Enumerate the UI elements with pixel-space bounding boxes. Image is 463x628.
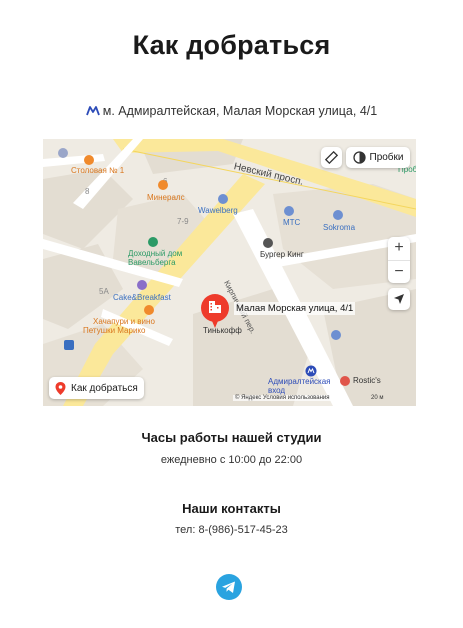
- restaurant-icon: [84, 155, 94, 165]
- burger-label[interactable]: Бургер Кинг: [260, 250, 304, 259]
- restaurant-orange-icon: [144, 305, 154, 315]
- fastfood-rostics-icon: [340, 376, 350, 386]
- traffic-label: Пробки: [369, 152, 404, 163]
- pin-address-label: Малая Морская улица, 4/1: [234, 302, 356, 315]
- zoom-in-button[interactable]: +: [388, 237, 410, 260]
- navigation-arrow-icon: [394, 294, 404, 304]
- page-title: Как добраться: [132, 30, 331, 60]
- metro-icon: [85, 106, 100, 116]
- map-canvas[interactable]: [43, 139, 416, 406]
- admiralteyskaya-label[interactable]: Адмиралтейская вход: [268, 377, 343, 395]
- khachapuri-label[interactable]: Хачапури и вино: [93, 317, 155, 326]
- hours-title: Часы работы нашей студии: [141, 430, 322, 445]
- fastfood-icon: [263, 238, 273, 248]
- car-icon: [333, 210, 343, 220]
- map-scale: 20 м: [371, 395, 384, 401]
- zoom-control[interactable]: + −: [388, 237, 410, 283]
- contacts-phone[interactable]: тел: 8-(986)-517-45-23: [0, 524, 463, 536]
- sokroma-label[interactable]: Sokroma: [323, 223, 355, 232]
- building-number-7-9: 7-9: [177, 217, 189, 226]
- yandex-map[interactable]: Невский просп. Столовая № 1 Минералс Waw…: [43, 139, 416, 406]
- rostics-label[interactable]: Rostic's: [353, 376, 381, 385]
- stolovaya-label[interactable]: Столовая № 1: [71, 166, 124, 175]
- building-number-5a: 5А: [99, 287, 109, 296]
- map-copyright[interactable]: © Яндекс Условия использования: [233, 395, 332, 401]
- cake-label[interactable]: Cake&Breakfast: [113, 293, 171, 302]
- landmark-icon: [148, 237, 158, 247]
- wawelberg-label[interactable]: Wawelberg: [198, 206, 238, 215]
- building-number-8: 8: [85, 187, 90, 196]
- store-icon: [218, 194, 228, 204]
- route-button[interactable]: Как добраться: [49, 377, 144, 399]
- phone-store-icon: [284, 206, 294, 216]
- telegram-icon[interactable]: [216, 574, 242, 600]
- mts-label[interactable]: МТС: [283, 218, 300, 227]
- petushki-label[interactable]: Петушки Марико: [83, 326, 145, 335]
- ruler-icon: [325, 151, 338, 164]
- traffic-icon: [352, 151, 366, 164]
- traffic-button[interactable]: Пробки: [346, 147, 410, 168]
- bank-icon: [64, 340, 74, 350]
- ruler-button[interactable]: [321, 147, 342, 168]
- hours-text: ежедневно с 10:00 до 22:00: [160, 454, 303, 466]
- address-line: м. Адмиралтейская, Малая Морская улица, …: [0, 104, 463, 118]
- route-pin-icon: [55, 381, 66, 395]
- metro-station-icon: [305, 365, 317, 377]
- minerals-label[interactable]: Минералс: [147, 193, 185, 202]
- dohodny-label[interactable]: Доходный дом Вавельберга: [128, 249, 208, 267]
- address-text: м. Адмиралтейская, Малая Морская улица, …: [102, 104, 378, 118]
- contacts-title: Наши контакты: [182, 501, 281, 516]
- zoom-out-button[interactable]: −: [388, 259, 410, 284]
- route-label: Как добраться: [71, 382, 138, 394]
- cafe-icon: [58, 148, 68, 158]
- location-pin-icon[interactable]: [200, 293, 230, 329]
- locate-button[interactable]: [388, 288, 410, 310]
- bank-blue-icon: [331, 330, 341, 340]
- cafe-purple-icon: [137, 280, 147, 290]
- shop-icon: [158, 180, 168, 190]
